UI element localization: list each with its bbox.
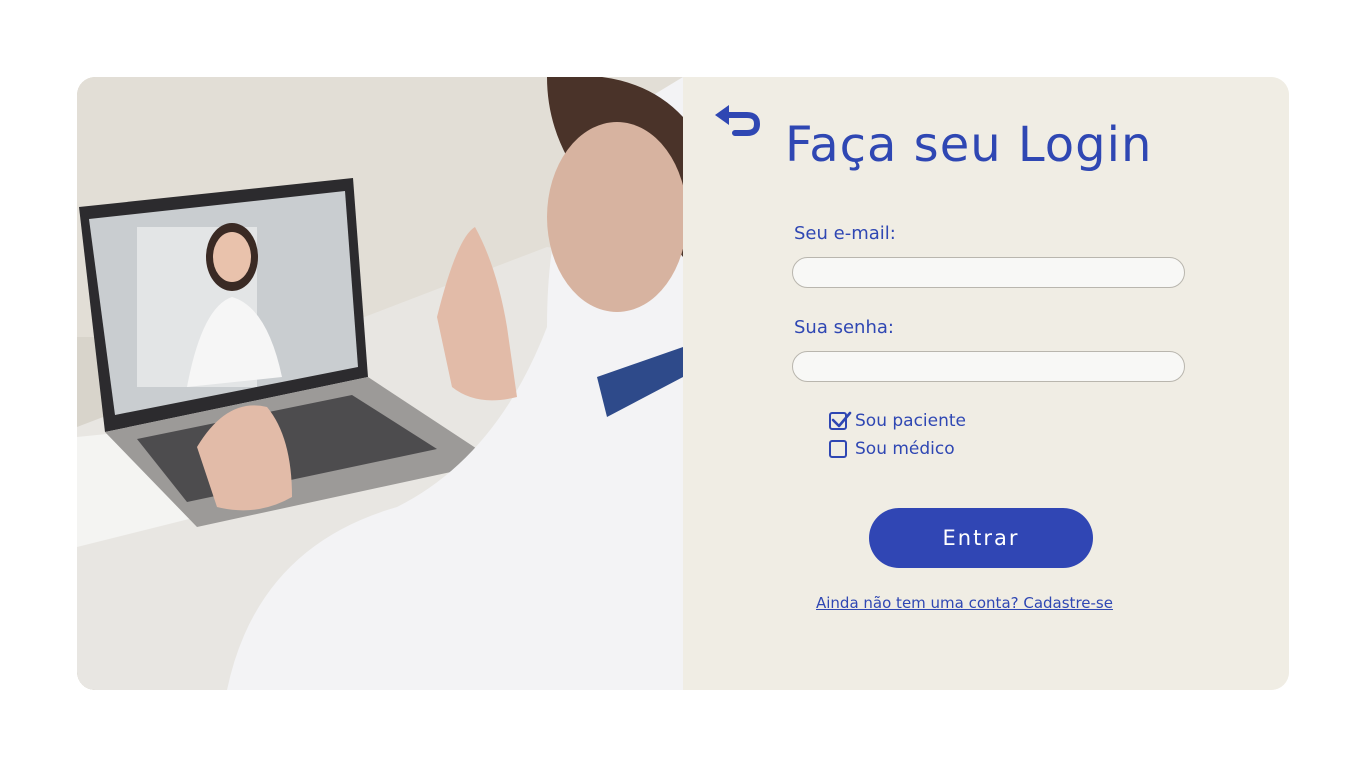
patient-checkbox-row[interactable]: Sou paciente <box>829 410 966 432</box>
patient-checkbox[interactable] <box>829 411 852 430</box>
telemedicine-photo <box>77 77 683 690</box>
checkmark-icon <box>831 411 852 428</box>
login-form-panel: Faça seu Login Seu e-mail: Sua senha: So… <box>683 77 1289 690</box>
email-label: Seu e-mail: <box>794 223 896 244</box>
password-field[interactable] <box>792 351 1185 382</box>
page-title: Faça seu Login <box>785 117 1153 173</box>
doctor-checkbox-label: Sou médico <box>855 439 955 459</box>
password-label: Sua senha: <box>794 317 894 338</box>
email-field[interactable] <box>792 257 1185 288</box>
patient-checkbox-label: Sou paciente <box>855 411 967 431</box>
back-arrow-icon[interactable] <box>713 101 761 141</box>
doctor-checkbox-row[interactable]: Sou médico <box>829 438 955 460</box>
login-card: Faça seu Login Seu e-mail: Sua senha: So… <box>77 77 1289 690</box>
telemedicine-illustration <box>77 77 683 690</box>
signup-link[interactable]: Ainda não tem uma conta? Cadastre-se <box>816 594 1113 612</box>
login-submit-button[interactable]: Entrar <box>869 508 1093 568</box>
doctor-checkbox[interactable] <box>829 440 847 458</box>
